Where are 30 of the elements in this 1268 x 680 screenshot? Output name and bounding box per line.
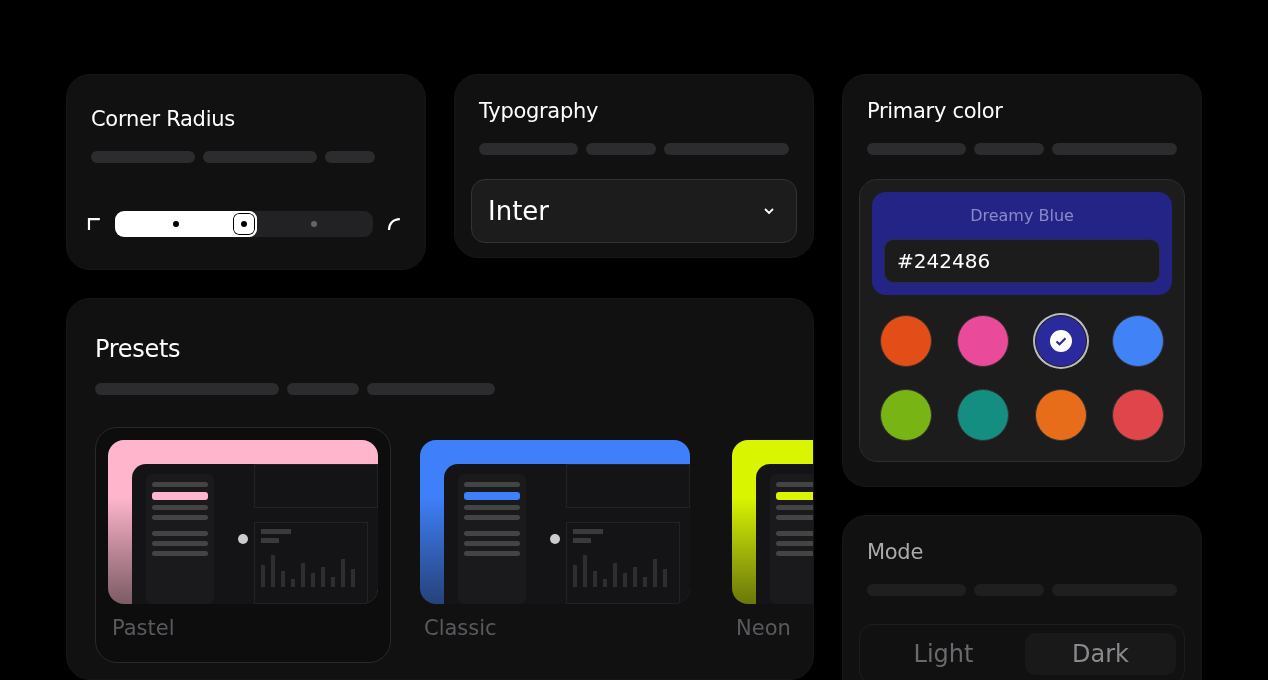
- placeholder-line: [586, 143, 657, 155]
- card-title: Presets: [95, 335, 182, 363]
- preset-option[interactable]: Pastel: [95, 427, 391, 663]
- color-swatch[interactable]: [1034, 315, 1087, 367]
- mode-option[interactable]: Dark: [1025, 633, 1176, 675]
- mode-option[interactable]: Light: [868, 633, 1019, 675]
- preset-label: Neon: [735, 616, 792, 640]
- card-title: Typography: [479, 99, 600, 123]
- hex-input-field[interactable]: #242486: [884, 239, 1160, 283]
- placeholder-line: [287, 383, 359, 395]
- color-swatch[interactable]: [1112, 315, 1164, 367]
- placeholder-line: [325, 151, 375, 163]
- check-icon: [1049, 330, 1072, 352]
- color-swatch[interactable]: [880, 389, 932, 441]
- placeholder-line: [974, 143, 1045, 155]
- card-title: Mode: [867, 540, 925, 564]
- font-dropdown[interactable]: Inter: [471, 179, 797, 243]
- preset-label: Classic: [423, 616, 498, 640]
- round-corner-icon: [387, 217, 401, 231]
- preset-option[interactable]: Neon: [719, 427, 813, 663]
- color-name: Dreamy Blue: [970, 206, 1074, 225]
- color-swatch[interactable]: [880, 315, 932, 367]
- square-corner-icon: [87, 217, 101, 231]
- radius-slider[interactable]: [114, 211, 374, 237]
- preset-option[interactable]: Classic: [407, 427, 703, 663]
- card-title: Primary color: [867, 99, 1004, 123]
- color-swatch[interactable]: [1112, 389, 1164, 441]
- card-title: Corner Radius: [91, 107, 236, 131]
- preset-label: Pastel: [111, 616, 176, 640]
- slider-thumb[interactable]: [230, 211, 257, 237]
